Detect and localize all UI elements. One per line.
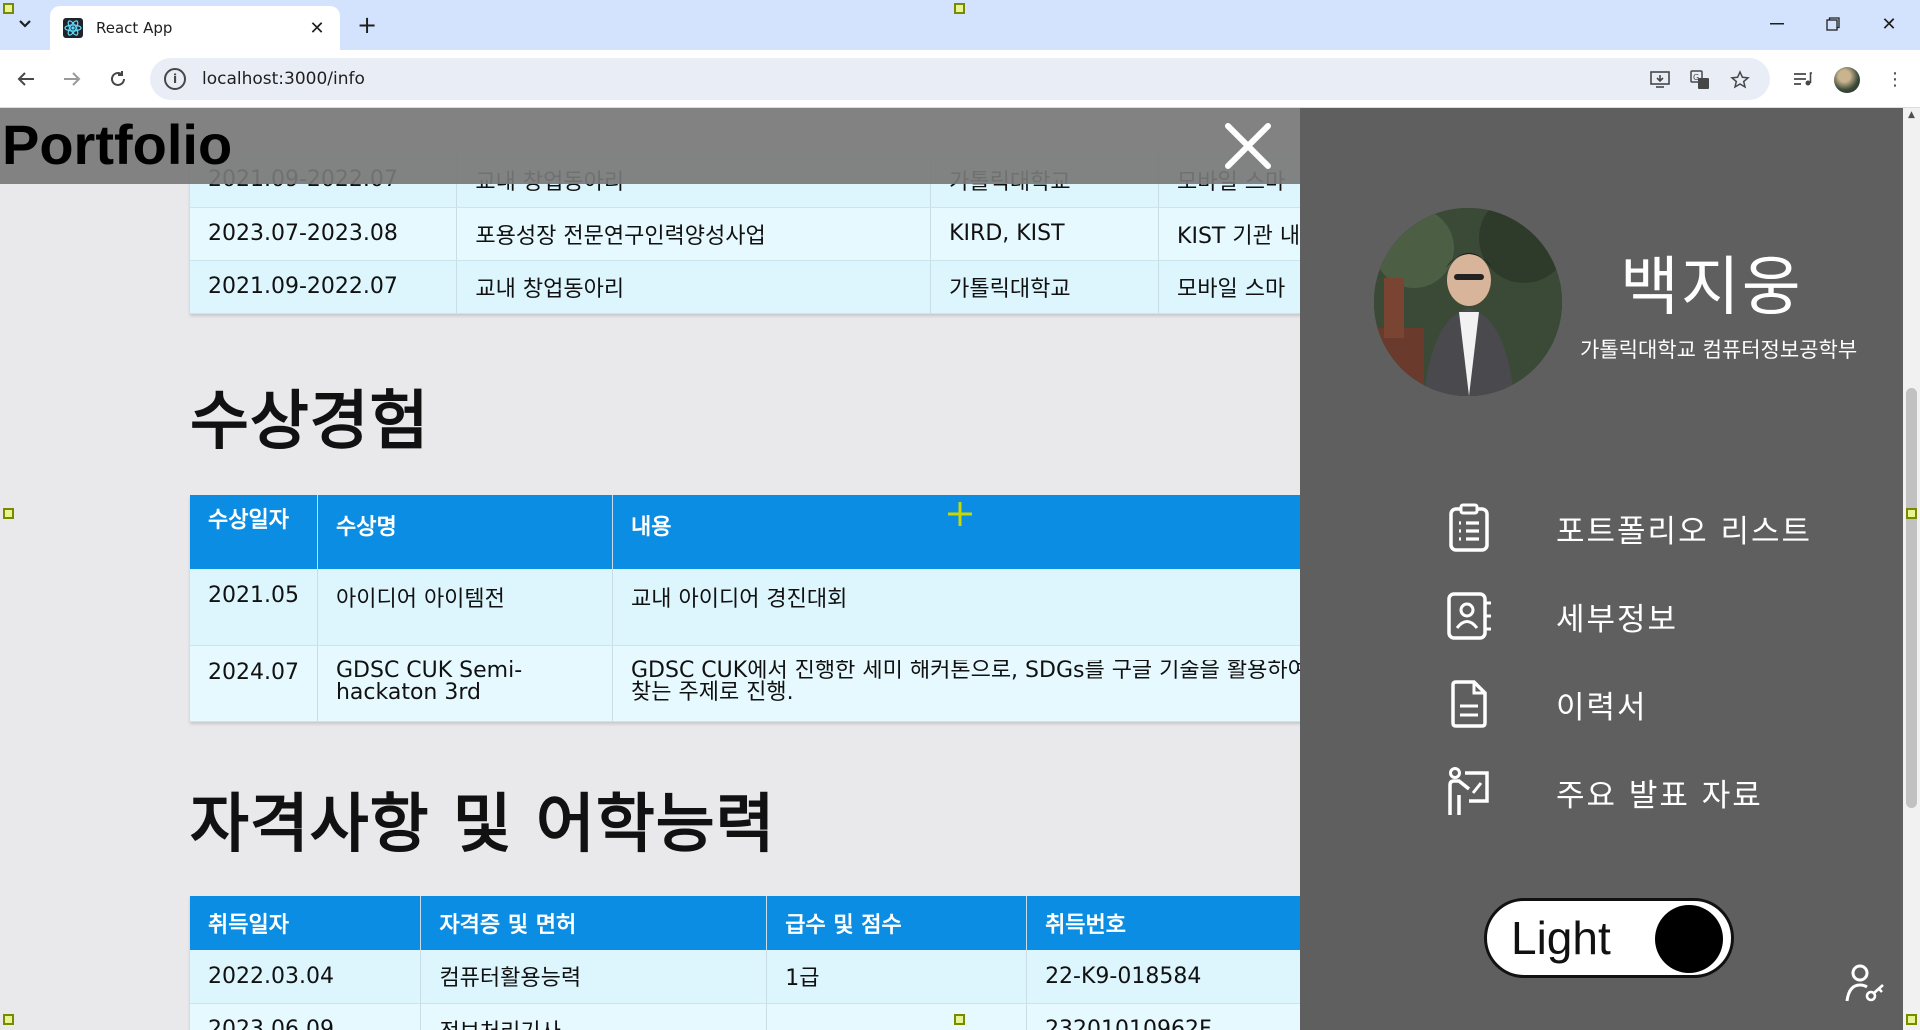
reload-icon[interactable] [102,63,134,95]
theme-label: Light [1511,912,1611,964]
react-logo-icon [62,17,84,39]
table-row: 2023.07-2023.08 포용성장 전문연구인력양성사업 KIRD, KI… [190,207,1340,261]
scroll-thumb[interactable] [1906,388,1917,808]
menu-label: 주요 발표 자료 [1556,777,1763,814]
table-cell: GDSC CUK에서 진행한 세미 해커톤으로, SDGs를 구글 기술을 활용… [612,645,1340,722]
table-cell: 1급 [766,950,1028,1004]
table-cell [766,1003,1028,1030]
table-cell: 2021.09-2022.07 [190,260,458,314]
restore-icon[interactable] [1810,8,1856,40]
tab-title: React App [96,19,173,37]
admin-key-icon[interactable] [1844,963,1886,1005]
menu-item-details[interactable]: 세부정보 [1446,586,1846,646]
side-menu-panel: 백지웅 가톨릭대학교 컴퓨터정보공학부 포트폴리오 리스트 세부정보 이력서 주… [1300,108,1903,1030]
table-cell: 2024.07 [190,645,318,722]
column-header: 취득일자 [190,896,422,950]
presentation-icon [1446,766,1492,818]
contact-card-icon [1446,590,1492,642]
page-scrollbar[interactable]: ▲ ▼ [1903,108,1920,1030]
menu-label: 세부정보 [1556,601,1679,638]
site-header: Portfolio [0,108,1300,184]
close-menu-icon[interactable] [1222,120,1274,172]
crosshair-cursor-icon [948,502,972,526]
menu-label: 포트폴리오 리스트 [1556,513,1813,550]
browser-tab[interactable]: React App ✕ [50,6,340,50]
table-cell: 정보처리기사 [420,1003,768,1030]
table-cell: 2023.07-2023.08 [190,207,458,261]
menu-item-presentations[interactable]: 주요 발표 자료 [1446,762,1846,822]
profile-photo [1374,208,1562,396]
media-control-icon[interactable] [1788,64,1818,94]
page-viewport: 2021.09-2022.07 교내 창업동아리 가톨릭대학교 모바일 스마 2… [0,108,1920,1030]
award-description: GDSC CUK에서 진행한 세미 해커톤으로, SDGs를 구글 기술을 활용… [631,659,1308,705]
forward-arrow-icon[interactable] [56,63,88,95]
site-info-icon[interactable]: i [164,68,186,90]
table-cell: GDSC CUK Semi-hackaton 3rd [317,645,614,722]
svg-text:G: G [1693,73,1699,82]
window-close-icon[interactable]: ✕ [1866,8,1912,40]
column-header: 자격증 및 면허 [420,896,768,950]
theme-toggle[interactable]: Light [1484,898,1734,978]
menu-item-resume[interactable]: 이력서 [1446,674,1846,734]
browser-toolbar: i localhost:3000/info G ⋮ [0,50,1920,108]
table-header-row: 취득일자 자격증 및 면허 급수 및 점수 취득번호 [190,896,1340,950]
awards-table: 수상일자 수상명 내용 2021.05 아이디어 아이템전 교내 아이디어 경진… [190,495,1340,722]
table-row: 2021.09-2022.07 교내 창업동아리 가톨릭대학교 모바일 스마 [190,260,1340,314]
install-app-icon[interactable] [1648,68,1672,92]
new-tab-plus-icon[interactable]: + [352,10,382,40]
bookmark-star-icon[interactable] [1728,68,1752,92]
certs-table: 취득일자 자격증 및 면허 급수 및 점수 취득번호 2022.03.04 컴퓨… [190,896,1340,1030]
table-cell: 포용성장 전문연구인력양성사업 [456,207,932,261]
table-cell: KIRD, KIST [930,207,1160,261]
table-cell: 교내 아이디어 경진대회 [612,569,1340,646]
minimize-icon[interactable] [1754,8,1800,40]
selection-handle[interactable] [954,3,965,14]
back-arrow-icon[interactable] [10,63,42,95]
table-row: 2022.03.04 컴퓨터활용능력 1급 22-K9-018584 [190,950,1340,1004]
tab-close-icon[interactable]: ✕ [306,18,328,39]
translate-icon[interactable]: G [1688,68,1712,92]
menu-item-portfolio-list[interactable]: 포트폴리오 리스트 [1446,498,1846,558]
selection-handle[interactable] [1906,1014,1917,1025]
table-cell: 교내 창업동아리 [456,260,932,314]
awards-section-title: 수상경험 [190,385,430,459]
table-cell: 2023.06.09 [190,1003,422,1030]
table-row: 2024.07 GDSC CUK Semi-hackaton 3rd GDSC … [190,645,1340,722]
profile-name: 백지웅 [1620,251,1803,325]
url-text[interactable]: localhost:3000/info [202,69,365,89]
table-cell: 가톨릭대학교 [930,260,1160,314]
selection-handle[interactable] [954,1014,965,1025]
table-cell: 22-K9-018584 [1026,950,1340,1004]
selection-handle[interactable] [3,1014,14,1025]
browser-profile-avatar[interactable] [1834,67,1860,93]
column-header: 취득번호 [1026,896,1340,950]
scroll-up-arrow-icon[interactable]: ▲ [1906,110,1917,124]
brand-logo-text[interactable]: Portfolio [2,112,232,177]
certs-section-title: 자격사항 및 어학능력 [190,788,776,862]
theme-toggle-knob[interactable] [1655,905,1723,973]
menu-label: 이력서 [1556,689,1648,726]
table-cell: 컴퓨터활용능력 [420,950,768,1004]
profile-department: 가톨릭대학교 컴퓨터정보공학부 [1580,338,1858,362]
table-cell: 23201010962F [1026,1003,1340,1030]
table-row: 2023.06.09 정보처리기사 23201010962F [190,1003,1340,1030]
more-options-icon[interactable]: ⋮ [1880,64,1910,94]
selection-handle[interactable] [3,508,14,519]
table-cell: 아이디어 아이템전 [317,569,614,646]
selection-handle[interactable] [1906,508,1917,519]
column-header: 급수 및 점수 [766,896,1028,950]
selection-handle[interactable] [3,3,14,14]
table-row: 2021.05 아이디어 아이템전 교내 아이디어 경진대회 [190,569,1340,646]
column-header: 수상일자 [190,495,318,569]
table-cell: 2022.03.04 [190,950,422,1004]
clipboard-list-icon [1446,502,1492,554]
column-header: 수상명 [317,495,614,569]
address-bar[interactable]: i localhost:3000/info [150,58,1770,100]
column-header: 내용 [612,495,1340,569]
document-icon [1446,678,1492,730]
table-header-row: 수상일자 수상명 내용 [190,495,1340,569]
table-cell: 2021.05 [190,569,318,646]
